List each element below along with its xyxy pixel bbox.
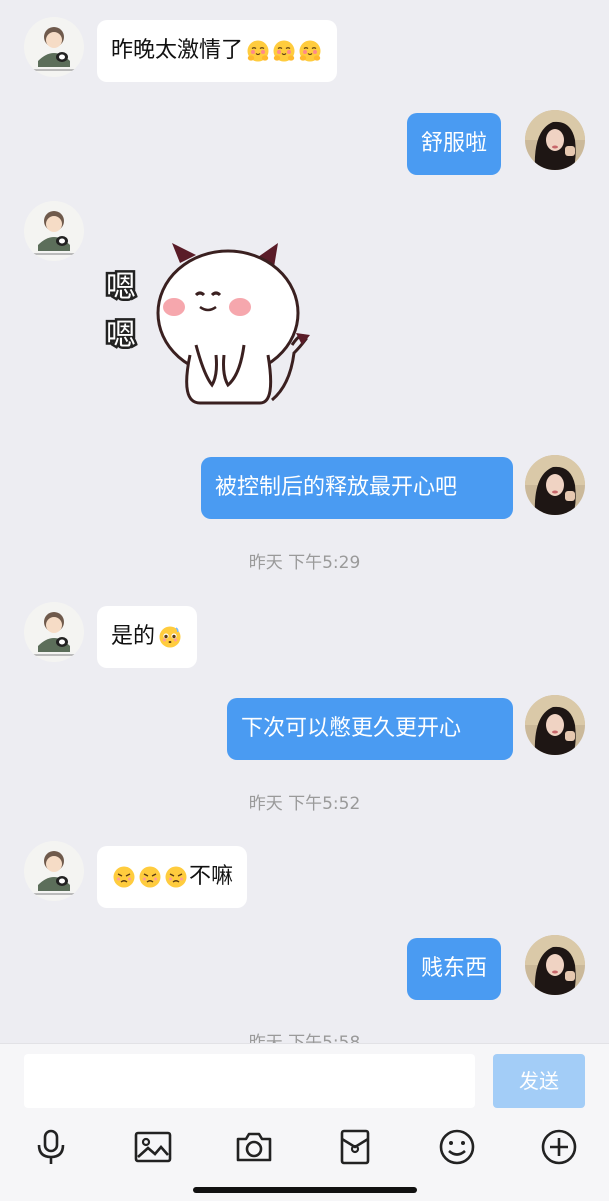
send-button[interactable]: 发送 xyxy=(493,1054,585,1108)
emoji-icon[interactable] xyxy=(437,1127,477,1167)
svg-text:嗯: 嗯 xyxy=(106,271,136,304)
message-bubble-received[interactable]: 是的 xyxy=(97,606,198,668)
blush-hands-face-icon xyxy=(245,20,323,82)
message-bubble-sent[interactable]: 下次可以憋更久更开心 xyxy=(227,698,513,760)
microphone-icon[interactable] xyxy=(31,1127,71,1167)
my-avatar[interactable] xyxy=(525,455,585,515)
sticker-text: 嗯 嗯 xyxy=(104,269,139,355)
image-icon[interactable] xyxy=(133,1127,173,1167)
message-text: 贱东西 xyxy=(421,956,488,981)
timestamp: 昨天 下午5:58 xyxy=(248,1033,361,1043)
contact-avatar[interactable] xyxy=(24,602,84,662)
timestamp: 昨天 下午5:52 xyxy=(248,794,361,814)
contact-avatar[interactable] xyxy=(24,841,84,901)
contact-avatar[interactable] xyxy=(24,201,84,261)
contact-avatar[interactable] xyxy=(24,17,84,77)
message-bubble-received[interactable]: 昨晚太激情了 xyxy=(97,20,338,82)
pleading-face-icon xyxy=(157,606,183,668)
my-avatar[interactable] xyxy=(525,935,585,995)
plus-icon[interactable] xyxy=(539,1127,579,1167)
red-packet-icon[interactable] xyxy=(335,1127,375,1167)
pouting-face-icon xyxy=(111,846,189,908)
sticker-message[interactable]: 嗯 嗯 xyxy=(100,235,315,405)
message-input[interactable] xyxy=(24,1054,475,1108)
chat-history[interactable]: 昨晚太激情了 舒服啦 嗯 嗯 被控制后的释放最开心吧 昨天 下午5:29 是的 … xyxy=(0,0,609,1043)
message-text: 不嘛 xyxy=(189,864,234,889)
message-bubble-sent[interactable]: 被控制后的释放最开心吧 xyxy=(201,457,513,519)
message-bubble-received[interactable]: 不嘛 xyxy=(97,846,248,908)
message-bubble-sent[interactable]: 舒服啦 xyxy=(407,113,502,175)
home-indicator[interactable] xyxy=(193,1187,417,1193)
message-text: 下次可以憋更久更开心 xyxy=(241,716,462,741)
my-avatar[interactable] xyxy=(525,110,585,170)
camera-icon[interactable] xyxy=(234,1127,274,1167)
svg-text:嗯: 嗯 xyxy=(106,319,136,352)
message-text: 是的 xyxy=(111,624,156,649)
timestamp: 昨天 下午5:29 xyxy=(248,553,361,573)
message-text: 昨晚太激情了 xyxy=(111,38,244,63)
my-avatar[interactable] xyxy=(525,695,585,755)
composer-bar: 发送 xyxy=(0,1043,609,1201)
message-bubble-sent[interactable]: 贱东西 xyxy=(407,938,502,1000)
message-text: 舒服啦 xyxy=(421,131,488,156)
message-text: 被控制后的释放最开心吧 xyxy=(215,475,458,500)
